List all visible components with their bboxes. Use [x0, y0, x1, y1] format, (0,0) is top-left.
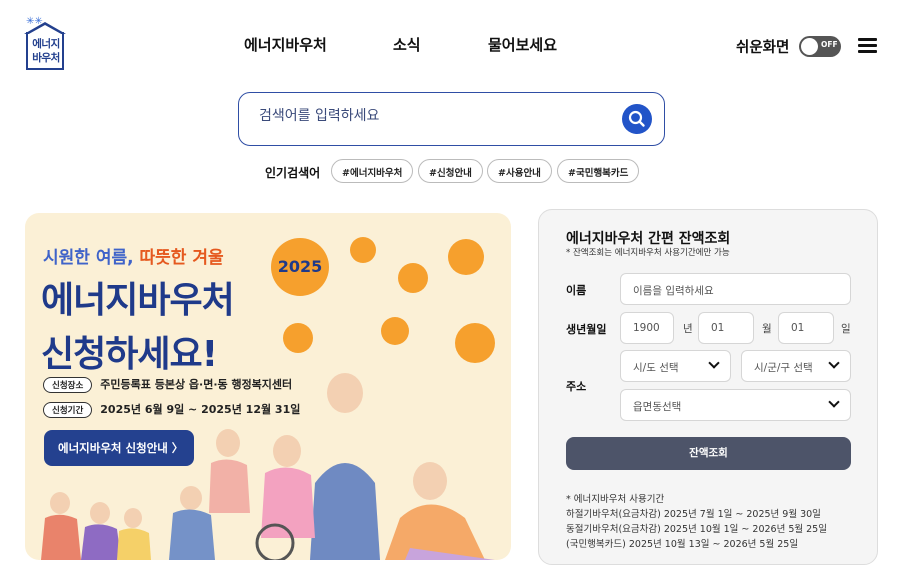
- popular-tag[interactable]: #사용안내: [487, 159, 552, 183]
- hamburger-menu-icon[interactable]: [858, 38, 878, 54]
- name-label: 이름: [566, 284, 587, 297]
- eupmyeondong-select[interactable]: 읍면동선택: [620, 389, 851, 421]
- sigungu-select[interactable]: 시/군/구 선택: [741, 350, 851, 382]
- appliance-icon: [350, 237, 376, 263]
- birth-label: 생년월일: [566, 323, 607, 336]
- usage-period-note: (국민행복카드) 2025년 10월 13일 ~ 2026년 5월 25일: [566, 539, 799, 550]
- people-illustration: [41, 373, 495, 560]
- year-unit: 년: [683, 323, 693, 335]
- birth-day-field[interactable]: 01: [778, 312, 834, 344]
- logo-text-line2: 바우처: [32, 52, 60, 64]
- balance-check-button[interactable]: 잔액조회: [566, 437, 851, 470]
- search-input[interactable]: [259, 108, 599, 124]
- banner-subtitle-summer: 시원한 여름,: [43, 248, 134, 268]
- popular-tag[interactable]: #국민행복카드: [557, 159, 640, 183]
- boiler-icon: [448, 239, 484, 275]
- banner-subtitle: 시원한 여름, 따뜻한 겨울: [43, 243, 224, 268]
- balance-check-panel: 에너지바우처 간편 잔액조회 * 잔액조회는 에너지바우처 사용기간에만 가능 …: [538, 209, 878, 565]
- birth-month-field[interactable]: 01: [698, 312, 754, 344]
- birth-year-field[interactable]: 1900: [620, 312, 674, 344]
- chevron-down-icon: [828, 396, 840, 408]
- popular-keywords-label: 인기검색어: [265, 166, 321, 180]
- easy-view-toggle[interactable]: OFF: [799, 36, 841, 57]
- search-icon: [628, 110, 645, 127]
- nav-ask[interactable]: 물어보세요: [488, 34, 557, 55]
- usage-period-note: 동절기바우처(요금차감) 2025년 10월 1일 ~ 2026년 5월 25일: [566, 524, 827, 535]
- usage-period-note: * 에너지바우처 사용기간: [566, 494, 665, 505]
- promo-banner[interactable]: 시원한 여름, 따뜻한 겨울 에너지바우처 신청하세요! 신청장소 주민등록표 등…: [25, 213, 511, 560]
- banner-subtitle-winter: 따뜻한 겨울: [139, 248, 224, 268]
- sido-select-value: 시/도 선택: [633, 362, 679, 374]
- month-unit: 월: [762, 323, 772, 335]
- balance-title: 에너지바우처 간편 잔액조회: [566, 231, 731, 247]
- address-label: 주소: [566, 380, 587, 393]
- toggle-knob: [801, 38, 818, 55]
- sido-select[interactable]: 시/도 선택: [620, 350, 731, 382]
- popular-tag[interactable]: #신청안내: [418, 159, 483, 183]
- nav-energy-voucher[interactable]: 에너지바우처: [244, 34, 327, 55]
- balance-subtitle: * 잔액조회는 에너지바우처 사용기간에만 가능: [566, 248, 730, 258]
- year-badge: 2025: [271, 238, 329, 296]
- gas-icon: [398, 263, 428, 293]
- popular-tag[interactable]: #에너지바우처: [331, 159, 414, 183]
- eupmyeondong-select-value: 읍면동선택: [633, 401, 682, 413]
- day-unit: 일: [841, 323, 851, 335]
- logo-text-line1: 에너지: [32, 38, 60, 50]
- chevron-down-icon: [828, 357, 840, 369]
- easy-view-label: 쉬운화면: [736, 40, 790, 56]
- search-box: [238, 92, 665, 146]
- site-logo[interactable]: ✳✳ 에너지 바우처: [24, 16, 68, 74]
- chevron-down-icon: [708, 357, 720, 369]
- usage-period-note: 하절기바우처(요금차감) 2025년 7월 1일 ~ 2025년 9월 30일: [566, 509, 821, 520]
- search-button[interactable]: [622, 104, 652, 134]
- nav-news[interactable]: 소식: [393, 34, 421, 55]
- toggle-state: OFF: [821, 40, 838, 49]
- name-field[interactable]: 이름을 입력하세요: [620, 273, 851, 305]
- sigungu-select-value: 시/군/구 선택: [754, 362, 813, 374]
